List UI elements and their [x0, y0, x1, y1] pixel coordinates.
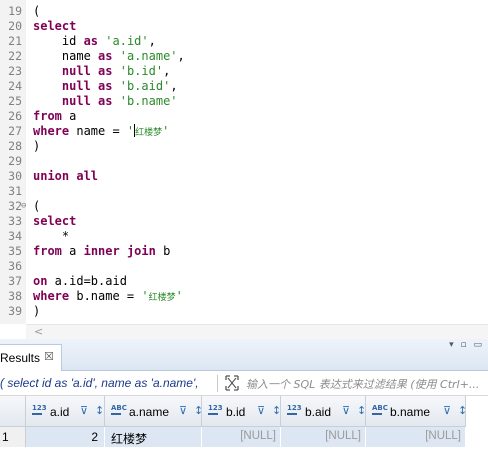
- text-type-icon: ABC: [111, 404, 127, 415]
- code-text: from a inner join b: [33, 244, 171, 258]
- results-panel: Results ☒ ▾ ▫ ▭ ( select id as 'a.id', n…: [0, 339, 488, 460]
- code-text: from a: [33, 109, 77, 123]
- column-header-b-id[interactable]: 123 b.id ⊽ ↕: [202, 396, 281, 427]
- filter-bar: ( select id as 'a.id', name as 'a.name',…: [0, 371, 488, 396]
- code-line[interactable]: 19 (: [0, 4, 488, 19]
- line-number: 27: [8, 124, 22, 138]
- code-line[interactable]: 30 union all: [0, 169, 488, 184]
- table-cell[interactable]: 红楼梦: [105, 427, 202, 447]
- code-line[interactable]: 26 from a: [0, 109, 488, 124]
- line-number: 19: [8, 4, 22, 18]
- column-header-label: b.aid: [305, 405, 332, 419]
- sort-icon[interactable]: ↕: [458, 402, 476, 420]
- horizontal-scrollbar[interactable]: <: [26, 324, 488, 339]
- code-line[interactable]: 25 null as 'b.name': [0, 94, 488, 109]
- row-number[interactable]: 1: [0, 427, 26, 447]
- code-line[interactable]: 24 null as 'b.aid',: [0, 79, 488, 94]
- code-line[interactable]: 35 from a inner join b: [0, 244, 488, 259]
- results-grid: 123 a.id ⊽ ↕ ABC a.name ⊽ ↕ 123 b.id ⊽ ↕ 123 b.aid ⊽ ↕ A…: [0, 396, 488, 460]
- column-header-b-name[interactable]: ABC b.name ⊽ ↕: [366, 396, 467, 427]
- view-controls-icon[interactable]: ▾ ▫ ▭: [449, 340, 484, 350]
- line-number: 39: [8, 304, 22, 318]
- code-text: id as 'a.id',: [33, 34, 156, 48]
- code-text: null as 'b.name': [61, 94, 178, 108]
- code-text: select: [33, 19, 77, 33]
- line-number: 28: [8, 139, 22, 153]
- line-number: 33: [8, 214, 22, 228]
- line-number: 25: [8, 94, 22, 108]
- fold-icon[interactable]: ⊖: [21, 199, 26, 214]
- table-cell[interactable]: 2: [26, 427, 105, 447]
- column-header-b-aid[interactable]: 123 b.aid ⊽ ↕: [281, 396, 366, 427]
- code-line[interactable]: 23 null as 'b.id',: [0, 64, 488, 79]
- code-line[interactable]: 34 *: [0, 229, 488, 244]
- query-text: ( select id as 'a.id', name as 'a.name',: [0, 376, 199, 390]
- results-tab-bar: Results ☒ ▾ ▫ ▭: [0, 339, 488, 371]
- code-text: ): [33, 304, 41, 318]
- numeric-type-icon: 123: [208, 404, 223, 415]
- column-header-label: b.name: [390, 405, 431, 419]
- numeric-type-icon: 123: [287, 404, 302, 415]
- expand-filter-icon[interactable]: [224, 374, 240, 392]
- code-line[interactable]: 21 id as 'a.id',: [0, 34, 488, 49]
- column-header-a-id[interactable]: 123 a.id ⊽ ↕: [26, 396, 105, 427]
- line-number: 32: [8, 199, 22, 213]
- close-icon[interactable]: ☒: [44, 350, 54, 363]
- line-number: 21: [8, 34, 22, 48]
- code-line[interactable]: 20 select: [0, 19, 488, 34]
- line-number: 23: [8, 64, 22, 78]
- code-text: *: [33, 229, 70, 243]
- code-line[interactable]: 32 ⊖ (: [0, 199, 488, 214]
- code-text: (: [33, 199, 41, 213]
- code-text: on a.id=b.aid: [33, 274, 127, 288]
- line-number: 22: [8, 49, 22, 63]
- code-text: name as 'a.name',: [33, 49, 185, 63]
- line-number: 26: [8, 109, 22, 123]
- code-line[interactable]: 36: [0, 259, 488, 274]
- line-number: 29: [8, 154, 22, 168]
- table-cell[interactable]: [NULL]: [281, 427, 366, 447]
- code-line[interactable]: 29: [0, 154, 488, 169]
- column-header-a-name[interactable]: ABC a.name ⊽ ↕: [105, 396, 203, 427]
- code-line[interactable]: 37 on a.id=b.aid: [0, 274, 488, 289]
- line-number: 37: [8, 274, 22, 288]
- column-header-label: b.id: [226, 405, 246, 419]
- code-text: ): [33, 139, 41, 153]
- numeric-type-icon: 123: [32, 404, 47, 415]
- line-number: 36: [8, 259, 22, 273]
- tab-results[interactable]: Results ☒: [0, 344, 62, 371]
- code-line[interactable]: 38 where b.name = '红楼梦': [0, 289, 488, 304]
- code-line[interactable]: 22 name as 'a.name',: [0, 49, 488, 64]
- table-cell[interactable]: [NULL]: [202, 427, 281, 447]
- line-number: 24: [8, 79, 22, 93]
- line-number: 34: [8, 229, 22, 243]
- scroll-left-icon[interactable]: <: [34, 325, 43, 339]
- column-header-label: a.name: [129, 405, 170, 419]
- sql-editor[interactable]: 19(20 select 21 id as 'a.id', 22 name as 'a…: [0, 0, 488, 339]
- table-cell[interactable]: [NULL]: [366, 427, 466, 447]
- code-line[interactable]: 28): [0, 139, 488, 154]
- line-number: 31: [8, 184, 22, 198]
- line-number: 20: [8, 19, 22, 33]
- column-header-label: a.id: [50, 405, 70, 419]
- code-line[interactable]: 33 select: [0, 214, 488, 229]
- code-line[interactable]: 39): [0, 304, 488, 319]
- filter-input[interactable]: 输入一个 SQL 表达式来过滤结果 (使用 Ctrl+...: [246, 376, 479, 392]
- code-line[interactable]: 27 where name = '红楼梦': [0, 124, 488, 139]
- filter-divider: [217, 375, 218, 392]
- line-number: 35: [8, 244, 22, 258]
- code-text: union all: [33, 169, 99, 183]
- line-number: 38: [8, 289, 22, 303]
- line-number: 30: [8, 169, 22, 183]
- code-text: (: [33, 4, 41, 18]
- code-text: null as 'b.aid',: [61, 79, 178, 93]
- code-line[interactable]: 31: [0, 184, 488, 199]
- tab-results-label: Results: [0, 351, 41, 365]
- row-number-header: [0, 396, 26, 427]
- code-text: select: [33, 214, 77, 228]
- text-type-icon: ABC: [372, 404, 388, 415]
- code-text: null as 'b.id',: [61, 64, 171, 78]
